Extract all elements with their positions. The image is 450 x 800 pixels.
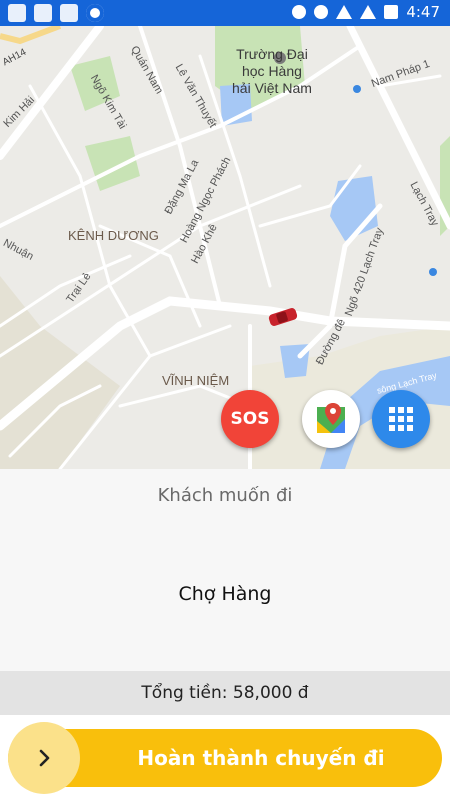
map-poi-marker — [429, 268, 437, 276]
image-notification-icon — [60, 4, 78, 22]
car-notification-icon — [34, 4, 52, 22]
status-bar: 4:47 — [0, 0, 450, 26]
trip-panel: Khách muốn đi Chợ Hàng — [0, 469, 450, 671]
area-label-vinh-niem: VĨNH NIỆM — [162, 373, 230, 388]
bottom-bar: Hoàn thành chuyến đi — [0, 715, 450, 800]
poi-label-university: Trường Đại học Hàng hải Việt Nam — [232, 46, 312, 96]
google-maps-button[interactable] — [302, 390, 360, 448]
trip-header: Khách muốn đi — [157, 485, 293, 506]
total-fare: Tổng tiền: 58,000 đ — [0, 671, 450, 715]
do-not-disturb-icon — [314, 5, 329, 19]
app-notification-icon — [8, 4, 26, 22]
complete-trip-button[interactable]: Hoàn thành chuyến đi — [8, 722, 442, 794]
map-poi-marker — [353, 85, 361, 93]
status-time: 4:47 — [406, 3, 440, 21]
destination-text: Chợ Hàng — [178, 583, 272, 605]
area-label-kenh-duong: KÊNH DƯƠNG — [68, 228, 159, 243]
menu-grid-button[interactable] — [372, 390, 430, 448]
grid-icon — [389, 407, 413, 431]
battery-icon — [384, 5, 399, 19]
slide-knob[interactable] — [8, 722, 80, 794]
complete-trip-label: Hoàn thành chuyến đi — [137, 746, 385, 770]
sos-button[interactable]: SOS — [221, 390, 279, 448]
record-notification-icon — [86, 4, 104, 22]
google-maps-icon — [317, 403, 345, 433]
location-icon — [292, 5, 307, 19]
wifi-icon — [336, 5, 353, 19]
chevron-right-icon — [39, 749, 50, 767]
signal-icon — [360, 5, 377, 19]
